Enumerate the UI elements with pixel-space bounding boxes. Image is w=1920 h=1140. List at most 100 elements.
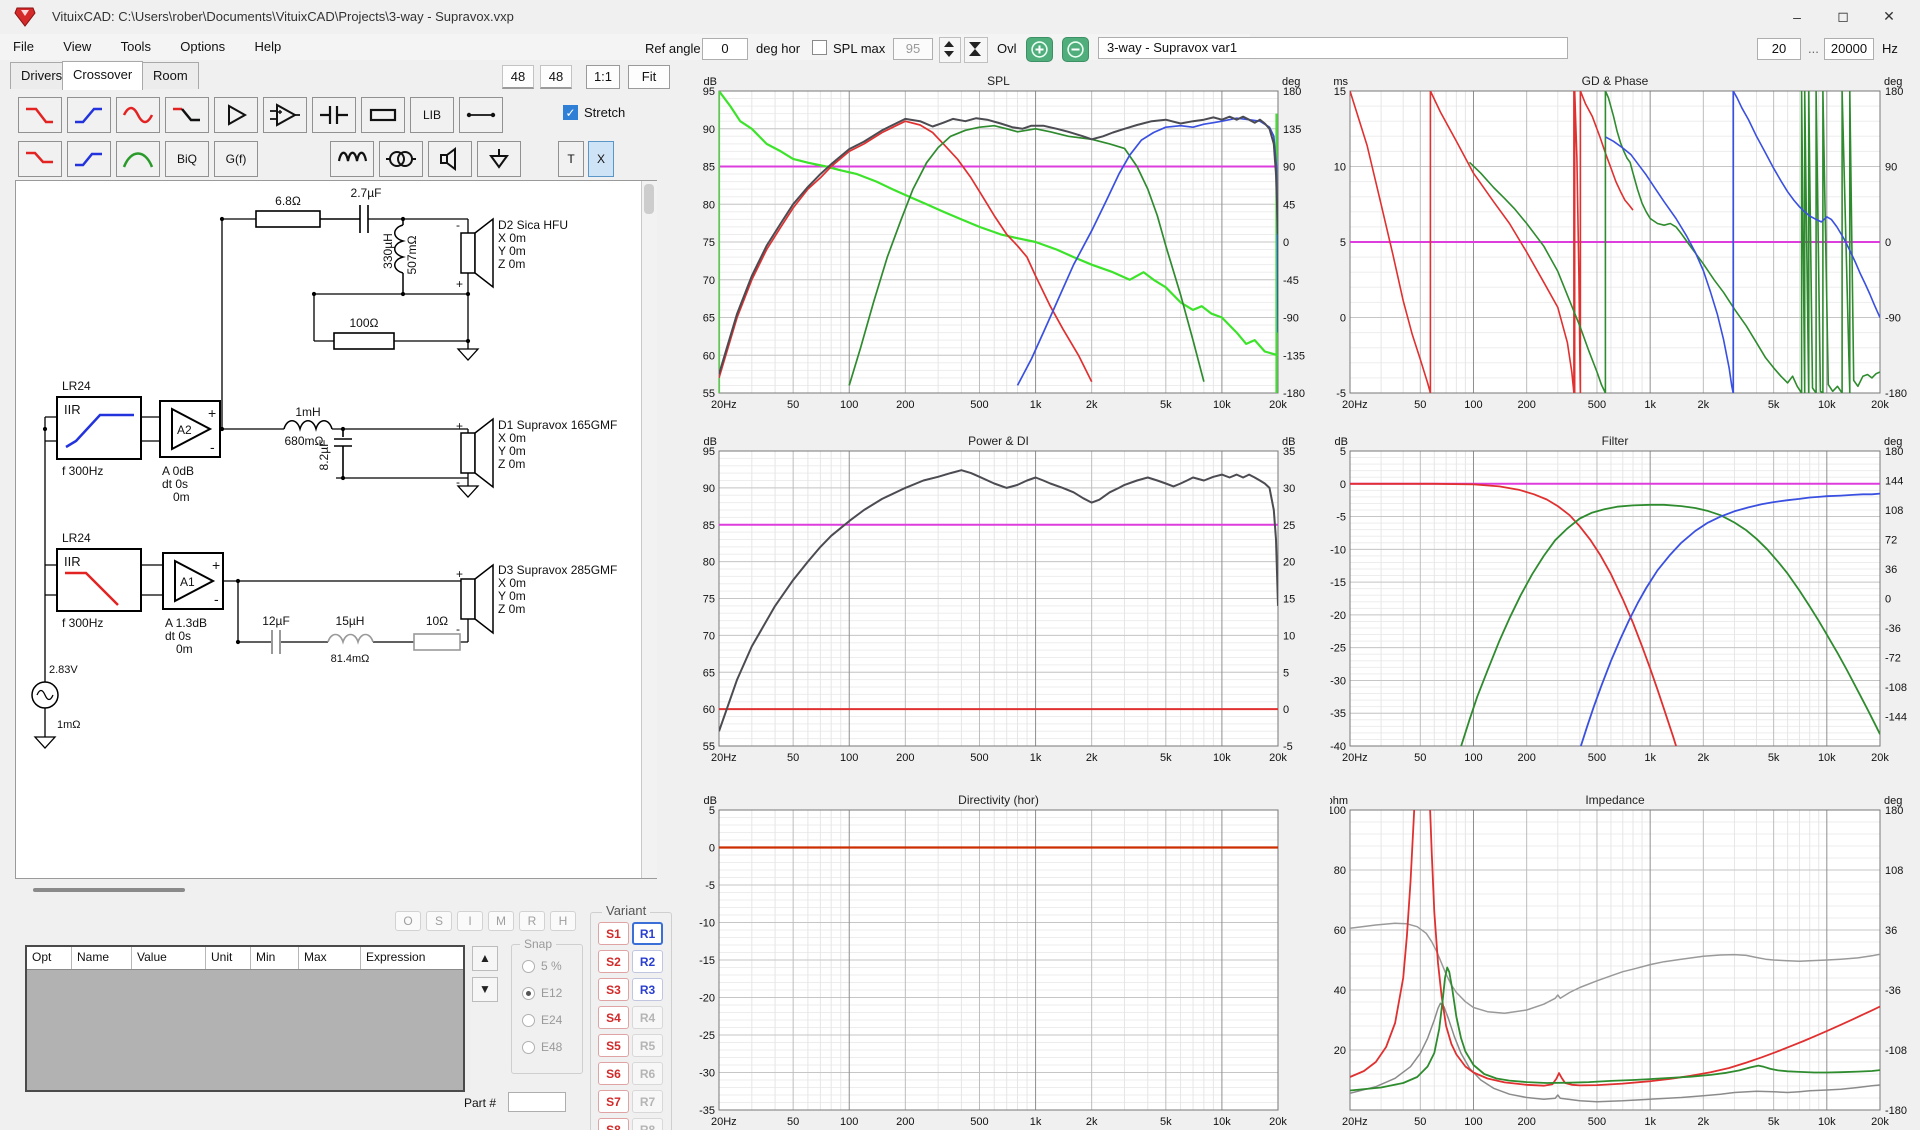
svg-text:5k: 5k bbox=[1768, 1116, 1780, 1128]
peak-block-button[interactable] bbox=[116, 141, 160, 177]
svg-text:500: 500 bbox=[1588, 1116, 1606, 1128]
variant-s7-button[interactable]: S7 bbox=[598, 1090, 629, 1113]
menu-options[interactable]: Options bbox=[167, 34, 238, 59]
sine-curve-icon bbox=[121, 101, 155, 129]
vscroll-thumb[interactable] bbox=[644, 184, 654, 214]
close-button[interactable]: ✕ bbox=[1866, 0, 1912, 33]
snap-e12-radio[interactable]: E12 bbox=[522, 986, 562, 1000]
d3-name[interactable]: D3 Supravox 285GMF bbox=[498, 563, 617, 577]
menu-view[interactable]: View bbox=[50, 34, 104, 59]
zoom-fit-button[interactable]: Fit bbox=[628, 65, 670, 89]
variant-r1-button[interactable]: R1 bbox=[632, 922, 663, 945]
ref-angle-input[interactable]: 0 bbox=[702, 38, 748, 60]
menu-tools[interactable]: Tools bbox=[108, 34, 164, 59]
freq-max-input[interactable]: 20000 bbox=[1824, 38, 1874, 60]
grid-size-y-button[interactable]: 48 bbox=[540, 65, 572, 89]
zoom-1to1-button[interactable]: 1:1 bbox=[586, 65, 620, 89]
mid-amp-label[interactable]: A2 bbox=[177, 423, 192, 437]
overlay-add-button[interactable] bbox=[1026, 37, 1053, 62]
library-button[interactable]: LIB bbox=[410, 97, 454, 133]
delete-tool-button[interactable]: X bbox=[588, 141, 614, 177]
woofer-gain-label: A 1.3dB bbox=[165, 616, 207, 630]
opt-column-button[interactable]: O bbox=[395, 911, 421, 931]
variant-r7-button[interactable]: R7 bbox=[632, 1090, 663, 1113]
variant-s5-button[interactable]: S5 bbox=[598, 1034, 629, 1057]
minimize-button[interactable]: – bbox=[1774, 0, 1820, 33]
highpass-block-button[interactable] bbox=[67, 97, 111, 133]
schematic-canvas[interactable]: 6.8Ω 2.7µF 330µH 507mΩ 100Ω - + D2 Sica … bbox=[15, 180, 657, 879]
col-min[interactable]: Min bbox=[251, 947, 299, 969]
overlay-remove-button[interactable] bbox=[1062, 37, 1089, 62]
lowshelf-block-button[interactable] bbox=[18, 141, 62, 177]
woofer-amp-label[interactable]: A1 bbox=[180, 575, 195, 589]
transformer-button[interactable] bbox=[379, 141, 423, 177]
variant-r2-button[interactable]: R2 bbox=[632, 950, 663, 973]
col-expression[interactable]: Expression bbox=[361, 947, 461, 969]
variant-r4-button[interactable]: R4 bbox=[632, 1006, 663, 1029]
gf-button[interactable]: G(f) bbox=[214, 141, 258, 177]
svg-text:2k: 2k bbox=[1698, 399, 1710, 411]
row-up-button[interactable]: ▲ bbox=[472, 946, 498, 971]
parameter-table[interactable]: Opt Name Value Unit Min Max Expression bbox=[25, 945, 465, 1092]
snap-e24-radio[interactable]: E24 bbox=[522, 1013, 562, 1027]
svg-text:100: 100 bbox=[840, 1116, 858, 1128]
speaker-button[interactable] bbox=[428, 141, 472, 177]
bandpass-block-button[interactable] bbox=[116, 97, 160, 133]
inductor-button[interactable] bbox=[330, 141, 374, 177]
variant-s4-button[interactable]: S4 bbox=[598, 1006, 629, 1029]
variant-r5-button[interactable]: R5 bbox=[632, 1034, 663, 1057]
tab-room[interactable]: Room bbox=[142, 62, 199, 89]
svg-text:0: 0 bbox=[1340, 313, 1346, 325]
ground-button[interactable] bbox=[477, 141, 521, 177]
variant-s2-button[interactable]: S2 bbox=[598, 950, 629, 973]
tab-crossover[interactable]: Crossover bbox=[62, 61, 143, 90]
highshelf-block-button[interactable] bbox=[67, 141, 111, 177]
biquad-button[interactable]: BiQ bbox=[165, 141, 209, 177]
stretch-option[interactable]: ✓ Stretch bbox=[563, 105, 625, 120]
schematic-vscrollbar[interactable] bbox=[641, 181, 657, 878]
r-column-button[interactable]: R bbox=[519, 911, 545, 931]
lowpass-block-button[interactable] bbox=[18, 97, 62, 133]
col-opt[interactable]: Opt bbox=[27, 947, 72, 969]
d1-name[interactable]: D1 Supravox 165GMF bbox=[498, 418, 617, 432]
m-column-button[interactable]: M bbox=[488, 911, 514, 931]
variant-s6-button[interactable]: S6 bbox=[598, 1062, 629, 1085]
capacitor-button[interactable] bbox=[312, 97, 356, 133]
d2-name[interactable]: D2 Sica HFU bbox=[498, 218, 568, 232]
col-max[interactable]: Max bbox=[299, 947, 361, 969]
snap-e48-radio[interactable]: E48 bbox=[522, 1040, 562, 1054]
buffer-block-button[interactable] bbox=[214, 97, 258, 133]
s-column-button[interactable]: S bbox=[426, 911, 452, 931]
col-unit[interactable]: Unit bbox=[206, 947, 251, 969]
menu-file[interactable]: File bbox=[0, 34, 47, 59]
schematic-hscrollbar[interactable] bbox=[15, 884, 657, 896]
grid-size-x-button[interactable]: 48 bbox=[502, 65, 534, 89]
variant-s1-button[interactable]: S1 bbox=[598, 922, 629, 945]
wire-button[interactable] bbox=[459, 97, 503, 133]
spl-max-checkbox[interactable] bbox=[812, 40, 827, 55]
maximize-button[interactable]: ◻ bbox=[1820, 0, 1866, 33]
hscroll-thumb[interactable] bbox=[33, 888, 185, 892]
part-number-input[interactable] bbox=[508, 1092, 566, 1112]
menu-help[interactable]: Help bbox=[241, 34, 294, 59]
hourglass-button[interactable] bbox=[964, 37, 988, 63]
variant-r3-button[interactable]: R3 bbox=[632, 978, 663, 1001]
svg-text:20Hz: 20Hz bbox=[711, 1116, 737, 1128]
spinner-control[interactable] bbox=[939, 37, 961, 63]
i-column-button[interactable]: I bbox=[457, 911, 483, 931]
stretch-checkbox[interactable]: ✓ bbox=[563, 105, 578, 120]
col-name[interactable]: Name bbox=[72, 947, 132, 969]
row-down-button[interactable]: ▼ bbox=[472, 977, 498, 1002]
shelf-block-button[interactable] bbox=[165, 97, 209, 133]
text-tool-button[interactable]: T bbox=[558, 141, 584, 177]
svg-text:200: 200 bbox=[896, 1116, 914, 1128]
variant-combo[interactable]: 3-way - Supravox var1 bbox=[1098, 37, 1568, 59]
opamp-block-button[interactable] bbox=[263, 97, 307, 133]
snap-5pct-radio[interactable]: 5 % bbox=[522, 959, 562, 973]
h-column-button[interactable]: H bbox=[550, 911, 576, 931]
col-value[interactable]: Value bbox=[132, 947, 206, 969]
resistor-button[interactable] bbox=[361, 97, 405, 133]
variant-s3-button[interactable]: S3 bbox=[598, 978, 629, 1001]
freq-min-input[interactable]: 20 bbox=[1757, 38, 1801, 60]
variant-r6-button[interactable]: R6 bbox=[632, 1062, 663, 1085]
